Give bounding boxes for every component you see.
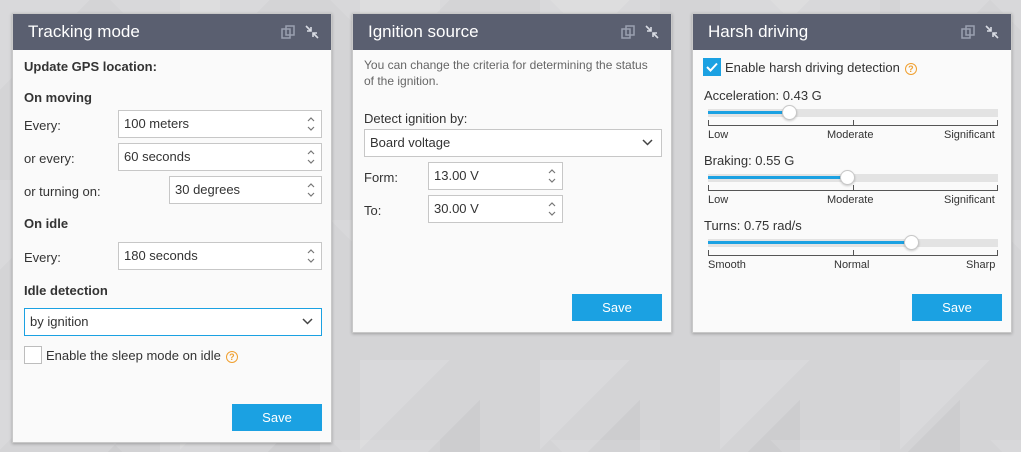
- every-distance-input[interactable]: 100 meters: [118, 110, 322, 138]
- harsh-driving-header: Harsh driving: [693, 14, 1011, 50]
- scale-moderate-label: Moderate: [827, 129, 874, 141]
- idle-detection-heading: Idle detection: [24, 283, 108, 298]
- sleep-mode-label: Enable the sleep mode on idle: [46, 348, 221, 363]
- scale-sharp-label: Sharp: [966, 259, 996, 271]
- to-voltage-value: 30.00 V: [434, 201, 479, 216]
- scale-smooth-label: Smooth: [708, 259, 746, 271]
- idle-detection-value: by ignition: [30, 314, 89, 329]
- every-distance-value: 100 meters: [124, 116, 190, 131]
- tracking-mode-panel: Tracking mode Update GPS location: On mo…: [12, 13, 332, 443]
- copy-icon[interactable]: [961, 25, 975, 39]
- sleep-mode-row: Enable the sleep mode on idle?: [46, 348, 238, 363]
- acceleration-scale: [708, 120, 998, 126]
- braking-label: Braking: 0.55 G: [704, 153, 795, 168]
- turns-label: Turns: 0.75 rad/s: [704, 218, 802, 233]
- harsh-enable-label: Enable harsh driving detection: [725, 60, 900, 75]
- detect-by-select[interactable]: Board voltage: [364, 129, 662, 157]
- chevron-down-icon: [642, 139, 653, 146]
- on-moving-heading: On moving: [24, 90, 92, 105]
- idle-every-input[interactable]: 180 seconds: [118, 242, 322, 270]
- panel-title: Harsh driving: [708, 22, 809, 41]
- collapse-icon[interactable]: [985, 25, 999, 39]
- help-icon[interactable]: ?: [904, 62, 917, 75]
- turns-fill: [708, 241, 911, 244]
- ignition-description: You can change the criteria for determin…: [364, 58, 648, 88]
- tracking-mode-body: Update GPS location: On moving Every: 10…: [13, 50, 331, 442]
- tracking-save-button[interactable]: Save: [232, 404, 322, 431]
- check-icon: [706, 62, 718, 72]
- acceleration-fill: [708, 111, 790, 114]
- scale-significant-label: Significant: [944, 129, 995, 141]
- braking-fill: [708, 176, 848, 179]
- update-gps-label: Update GPS location:: [24, 59, 157, 74]
- acceleration-label: Acceleration: 0.43 G: [704, 88, 822, 103]
- panel-title: Tracking mode: [28, 22, 140, 41]
- help-icon[interactable]: ?: [225, 350, 238, 363]
- from-voltage-value: 13.00 V: [434, 168, 479, 183]
- idle-every-value: 180 seconds: [124, 248, 198, 263]
- braking-scale: [708, 185, 998, 191]
- sleep-mode-checkbox[interactable]: [24, 346, 42, 364]
- turning-value: 30 degrees: [175, 182, 241, 197]
- or-every-label: or every:: [24, 151, 75, 166]
- turns-scale: [708, 250, 998, 256]
- collapse-icon[interactable]: [305, 25, 319, 39]
- idle-detection-select[interactable]: by ignition: [24, 308, 322, 336]
- ignition-save-button[interactable]: Save: [572, 294, 662, 321]
- detect-by-value: Board voltage: [370, 135, 451, 150]
- or-every-value: 60 seconds: [124, 149, 191, 164]
- spinner-icon[interactable]: [307, 148, 315, 166]
- ignition-source-body: You can change the criteria for determin…: [353, 50, 671, 332]
- spinner-icon[interactable]: [548, 200, 556, 218]
- scale-significant-label: Significant: [944, 194, 995, 206]
- to-label: To:: [364, 203, 382, 218]
- harsh-enable-row: Enable harsh driving detection?: [725, 60, 917, 75]
- harsh-save-button[interactable]: Save: [912, 294, 1002, 321]
- spinner-icon[interactable]: [307, 115, 315, 133]
- turning-input[interactable]: 30 degrees: [169, 176, 322, 204]
- turns-thumb[interactable]: [904, 235, 919, 250]
- tracking-mode-header: Tracking mode: [13, 14, 331, 50]
- acceleration-slider[interactable]: [708, 105, 998, 120]
- spinner-icon[interactable]: [548, 167, 556, 185]
- turning-label: or turning on:: [24, 184, 101, 199]
- to-voltage-input[interactable]: 30.00 V: [428, 195, 563, 223]
- scale-low-label: Low: [708, 129, 729, 141]
- chevron-down-icon: [302, 318, 313, 325]
- ignition-source-header: Ignition source: [353, 14, 671, 50]
- from-label: Form:: [364, 170, 398, 185]
- every-distance-label: Every:: [24, 118, 61, 133]
- scale-normal-label: Normal: [834, 259, 870, 271]
- panel-title: Ignition source: [368, 22, 479, 41]
- harsh-enable-checkbox[interactable]: [703, 58, 721, 76]
- idle-every-label: Every:: [24, 250, 61, 265]
- detect-by-label: Detect ignition by:: [364, 111, 468, 126]
- harsh-driving-body: Enable harsh driving detection? Accelera…: [693, 50, 1011, 332]
- ignition-source-panel: Ignition source You can change the crite…: [352, 13, 672, 333]
- turns-slider[interactable]: [708, 235, 998, 250]
- scale-low-label: Low: [708, 194, 729, 206]
- harsh-driving-panel: Harsh driving Enable harsh driving detec…: [692, 13, 1012, 333]
- from-voltage-input[interactable]: 13.00 V: [428, 162, 563, 190]
- collapse-icon[interactable]: [645, 25, 659, 39]
- scale-moderate-label: Moderate: [827, 194, 874, 206]
- acceleration-thumb[interactable]: [782, 105, 798, 120]
- spinner-icon[interactable]: [307, 181, 315, 199]
- copy-icon[interactable]: [281, 25, 295, 39]
- spinner-icon[interactable]: [307, 247, 315, 265]
- copy-icon[interactable]: [621, 25, 635, 39]
- on-idle-heading: On idle: [24, 216, 69, 231]
- braking-thumb[interactable]: [840, 170, 856, 185]
- braking-slider[interactable]: [708, 170, 998, 185]
- or-every-input[interactable]: 60 seconds: [118, 143, 322, 171]
